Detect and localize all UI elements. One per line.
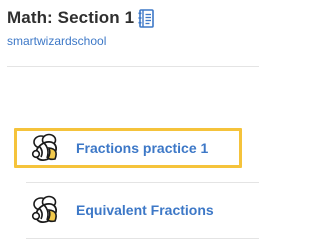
bee-icon	[30, 194, 64, 226]
bee-icon	[30, 132, 64, 164]
activity-label: Equivalent Fractions	[76, 202, 214, 218]
section-page: Math: Section 1 smartwizardschool Fracti…	[0, 0, 259, 240]
list-divider	[26, 238, 259, 239]
list-divider	[26, 182, 259, 183]
activity-label: Fractions practice 1	[76, 140, 209, 156]
activity-item-equivalent-fractions[interactable]: Equivalent Fractions	[14, 190, 242, 230]
activity-item-fractions-practice-1[interactable]: Fractions practice 1	[14, 128, 242, 168]
activity-list: Fractions practice 1 Equivalent Fraction…	[0, 0, 259, 240]
